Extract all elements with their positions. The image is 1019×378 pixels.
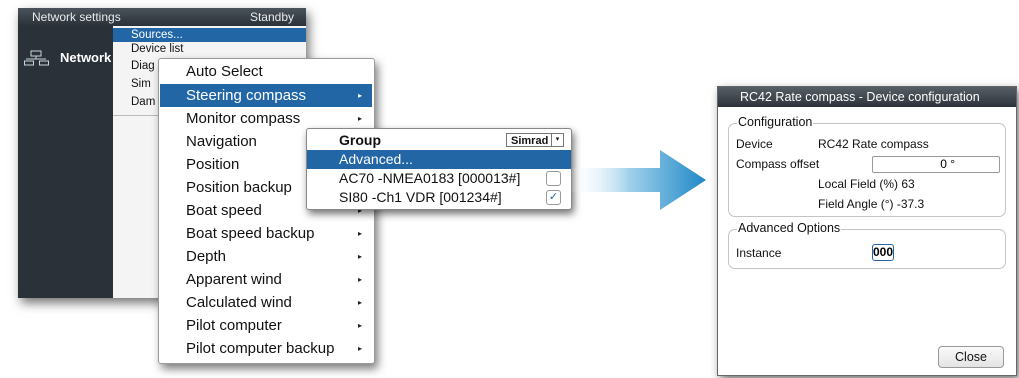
menu-item-monitor-compass[interactable]: Monitor compass ▸ bbox=[160, 107, 372, 130]
submenu-arrow-icon: ▸ bbox=[357, 229, 362, 238]
menu-item-label: Steering compass bbox=[186, 87, 307, 104]
group-select-value: Simrad bbox=[511, 135, 549, 147]
menu-item-boat-speed-backup[interactable]: Boat speed backup ▸ bbox=[160, 222, 372, 245]
instance-label: Instance bbox=[736, 246, 782, 260]
device-list-item[interactable]: Device list bbox=[113, 42, 306, 56]
menu-item-label: Boat speed bbox=[186, 202, 262, 219]
submenu-arrow-icon: ▸ bbox=[357, 91, 362, 100]
sources-menu: Auto Select Steering compass ▸ Monitor c… bbox=[158, 58, 375, 364]
configuration-legend: Configuration bbox=[737, 115, 814, 129]
device-label: Device bbox=[736, 137, 773, 151]
transition-arrow-icon bbox=[568, 150, 706, 210]
checkmark-icon[interactable]: ✓ bbox=[546, 190, 561, 205]
device-checkbox[interactable] bbox=[546, 171, 561, 186]
network-settings-titlebar: Network settings Standby bbox=[18, 8, 306, 26]
network-icon bbox=[24, 50, 49, 66]
compass-offset-input[interactable]: 0 ° bbox=[872, 156, 1000, 173]
menu-item-label: Apparent wind bbox=[186, 271, 282, 288]
advanced-options-legend: Advanced Options bbox=[737, 221, 842, 235]
chevron-down-icon: ▾ bbox=[551, 134, 563, 146]
compass-offset-label: Compass offset bbox=[736, 157, 820, 171]
menu-item-pilot-computer[interactable]: Pilot computer ▸ bbox=[160, 314, 372, 337]
submenu-arrow-icon: ▸ bbox=[357, 321, 362, 330]
standby-status: Standby bbox=[249, 10, 294, 24]
group-row: Group Simrad ▾ bbox=[307, 131, 571, 150]
menu-item-label: Depth bbox=[186, 248, 227, 265]
submenu-arrow-icon: ▸ bbox=[357, 298, 362, 307]
menu-item-steering-compass[interactable]: Steering compass ▸ bbox=[160, 84, 372, 107]
submenu-arrow-icon: ▸ bbox=[357, 252, 362, 261]
sidebar-item-network[interactable]: Network bbox=[60, 50, 111, 65]
advanced-item[interactable]: Advanced... bbox=[307, 150, 571, 169]
close-button[interactable]: Close bbox=[938, 346, 1004, 368]
menu-item-pilot-computer-backup[interactable]: Pilot computer backup ▸ bbox=[160, 337, 372, 360]
device-option-si80[interactable]: SI80 -Ch1 VDR [001234#] ✓ bbox=[307, 188, 571, 207]
menu-item-label: Pilot computer backup bbox=[186, 340, 335, 357]
menu-item-auto-select[interactable]: Auto Select bbox=[160, 60, 372, 83]
group-label: Group bbox=[339, 132, 381, 148]
submenu-arrow-icon: ▸ bbox=[357, 344, 362, 353]
window-title: Network settings bbox=[32, 10, 121, 24]
menu-item-label: Position bbox=[186, 156, 240, 173]
sources-item[interactable]: Sources... bbox=[113, 28, 306, 42]
dialog-titlebar: RC42 Rate compass - Device configuration bbox=[718, 87, 1016, 107]
menu-item-label: Monitor compass bbox=[186, 110, 301, 127]
instance-input[interactable]: 000 bbox=[872, 244, 894, 261]
group-select[interactable]: Simrad ▾ bbox=[506, 133, 564, 147]
menu-item-label: Navigation bbox=[186, 133, 257, 150]
menu-item-calculated-wind[interactable]: Calculated wind ▸ bbox=[160, 291, 372, 314]
device-option-label: AC70 -NMEA0183 [000013#] bbox=[339, 170, 521, 186]
dialog-title: RC42 Rate compass - Device configuration bbox=[740, 90, 980, 104]
menu-item-label: Position backup bbox=[186, 179, 292, 196]
menu-item-label: Boat speed backup bbox=[186, 225, 315, 242]
menu-item-label: Calculated wind bbox=[186, 294, 292, 311]
menu-item-label: Pilot computer bbox=[186, 317, 282, 334]
field-angle-readout: Field Angle (°) -37.3 bbox=[818, 197, 925, 211]
menu-item-apparent-wind[interactable]: Apparent wind ▸ bbox=[160, 268, 372, 291]
submenu-arrow-icon: ▸ bbox=[357, 114, 362, 123]
device-option-ac70[interactable]: AC70 -NMEA0183 [000013#] bbox=[307, 169, 571, 188]
submenu-arrow-icon: ▸ bbox=[357, 275, 362, 284]
device-value: RC42 Rate compass bbox=[818, 137, 929, 151]
device-configuration-dialog: RC42 Rate compass - Device configuration… bbox=[717, 86, 1017, 376]
compass-device-popup: Group Simrad ▾ Advanced... AC70 -NMEA018… bbox=[306, 128, 572, 210]
menu-item-label: Auto Select bbox=[186, 63, 263, 80]
menu-item-depth[interactable]: Depth ▸ bbox=[160, 245, 372, 268]
local-field-readout: Local Field (%) 63 bbox=[818, 177, 915, 191]
device-option-label: SI80 -Ch1 VDR [001234#] bbox=[339, 189, 502, 205]
